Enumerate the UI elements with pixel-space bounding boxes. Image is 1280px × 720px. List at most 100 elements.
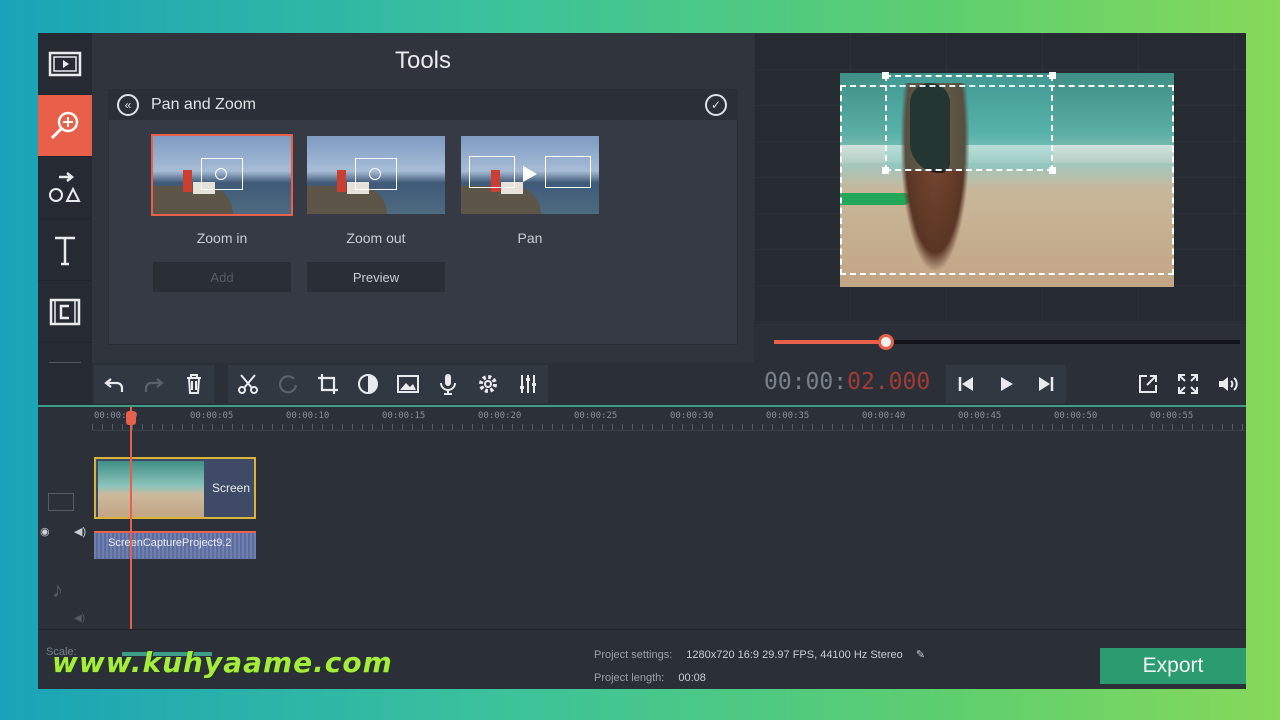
ruler-tick-label: 00:00:30 [670, 411, 714, 421]
playback-group [946, 365, 1066, 403]
ruler-tick-label: 00:00:55 [1150, 411, 1194, 421]
start-frame-rectangle[interactable] [882, 72, 1056, 174]
visibility-eye-icon[interactable]: ◉ [40, 525, 50, 538]
history-group [94, 365, 214, 403]
zoom-tool-icon [50, 111, 79, 139]
seek-progress [774, 340, 886, 344]
resize-handle[interactable] [882, 167, 889, 174]
video-track-icon [48, 493, 74, 511]
resize-handle[interactable] [1049, 72, 1056, 79]
audio-clip[interactable]: ScreenCaptureProject9.2 [94, 531, 256, 559]
sidebar-item-filters[interactable] [38, 281, 92, 343]
timecode-elapsed: 00:00: [764, 369, 848, 395]
mute-speaker-icon[interactable]: ◀) [74, 525, 86, 538]
project-settings-label: Project settings: [594, 649, 673, 661]
back-icon[interactable]: « [117, 94, 139, 116]
split-button[interactable] [228, 365, 268, 403]
watermark-text: www.kuhyaame.com [52, 646, 393, 679]
project-settings-value: 1280x720 16:9 29.97 FPS, 44100 Hz Stereo [686, 649, 903, 661]
ruler-tick-label: 00:00:15 [382, 411, 426, 421]
film-clip-icon [48, 51, 82, 76]
ruler-tick-label: 00:00:10 [286, 411, 330, 421]
video-clip[interactable]: Screen [94, 457, 256, 519]
seek-bar[interactable] [774, 334, 1240, 350]
filters-icon [49, 298, 81, 325]
playhead[interactable] [130, 407, 132, 631]
resize-handle[interactable] [882, 72, 889, 79]
arrow-right-icon [523, 166, 537, 182]
view-group [1128, 365, 1246, 403]
edit-toolbar: 00:00:02.000 [38, 363, 1246, 405]
speaker-icon [1219, 377, 1238, 391]
timecode-fraction: 02.000 [847, 369, 931, 395]
video-preview [754, 33, 1246, 323]
resize-handle[interactable] [1049, 167, 1056, 174]
pan-zoom-title: Pan and Zoom [151, 96, 256, 113]
settings-button[interactable] [468, 365, 508, 403]
detach-preview-button[interactable] [1128, 365, 1168, 403]
apply-check-icon[interactable]: ✓ [705, 94, 727, 116]
equalizer-icon [520, 375, 536, 393]
sidebar-item-media[interactable] [38, 33, 92, 95]
sidebar-item-titles[interactable] [38, 219, 92, 281]
external-window-icon [1139, 375, 1157, 393]
preset-zoom-in[interactable] [151, 134, 293, 216]
video-track-controls [46, 493, 100, 511]
tools-panel: Tools « Pan and Zoom ✓ Zoom in Zoom out [92, 33, 754, 405]
ruler-tick-label: 00:00:20 [478, 411, 522, 421]
project-length-label: Project length: [594, 672, 665, 684]
equalizer-button[interactable] [508, 365, 548, 403]
rotate-button[interactable] [268, 365, 308, 403]
undo-icon [104, 378, 124, 392]
skip-forward-icon [1039, 377, 1054, 391]
play-button[interactable] [986, 365, 1026, 403]
ruler-tick-label: 00:00:05 [190, 411, 234, 421]
timeline: 00:00:00 00:00:05 00:00:10 00:00:15 00:00:20… [38, 405, 1246, 631]
edit-group [228, 365, 548, 403]
seek-bar-area [754, 323, 1246, 363]
ruler-tick-label: 00:00:50 [1054, 411, 1098, 421]
scissors-icon [238, 374, 258, 394]
preset-label: Zoom in [196, 230, 248, 246]
pan-zoom-header: « Pan and Zoom ✓ [109, 90, 737, 120]
delete-button[interactable] [174, 365, 214, 403]
playhead-handle[interactable] [126, 411, 136, 425]
rotate-icon [278, 375, 298, 394]
redo-button[interactable] [134, 365, 174, 403]
image-icon [397, 375, 419, 393]
preset-label: Zoom out [346, 230, 406, 246]
clip-properties-button[interactable] [388, 365, 428, 403]
volume-button[interactable] [1208, 365, 1246, 403]
sidebar-item-transitions[interactable] [38, 157, 92, 219]
music-mute-icon[interactable]: ◀) [74, 613, 85, 624]
undo-button[interactable] [94, 365, 134, 403]
clip-thumbnail [98, 461, 204, 517]
seek-handle[interactable] [877, 334, 894, 350]
preset-label: Pan [517, 230, 543, 246]
previous-button[interactable] [946, 365, 986, 403]
ruler-tick-label: 00:00:35 [766, 411, 810, 421]
gear-icon [479, 375, 497, 393]
preset-pan[interactable] [461, 136, 599, 214]
microphone-icon [440, 374, 456, 395]
redo-icon [144, 378, 164, 392]
record-audio-button[interactable] [428, 365, 468, 403]
crop-icon [318, 374, 338, 394]
add-button[interactable]: Add [153, 262, 291, 292]
sidebar-item-zoom[interactable] [38, 95, 92, 157]
pencil-icon[interactable]: ✎ [916, 649, 925, 661]
ruler-tick-label: 00:00:40 [862, 411, 906, 421]
color-adjust-button[interactable] [348, 365, 388, 403]
crop-button[interactable] [308, 365, 348, 403]
skip-back-icon [958, 377, 973, 391]
ruler-tick-label: 00:00:25 [574, 411, 618, 421]
fullscreen-icon [1178, 374, 1198, 394]
preset-zoom-out[interactable] [307, 136, 445, 214]
preview-button[interactable]: Preview [307, 262, 445, 292]
next-button[interactable] [1026, 365, 1066, 403]
fullscreen-button[interactable] [1168, 365, 1208, 403]
export-button[interactable]: Export [1100, 648, 1246, 684]
time-ruler[interactable]: 00:00:00 00:00:05 00:00:10 00:00:15 00:00:20… [92, 407, 1246, 431]
music-note-icon: ♪ [52, 577, 63, 602]
clip-label: Screen [212, 481, 251, 495]
